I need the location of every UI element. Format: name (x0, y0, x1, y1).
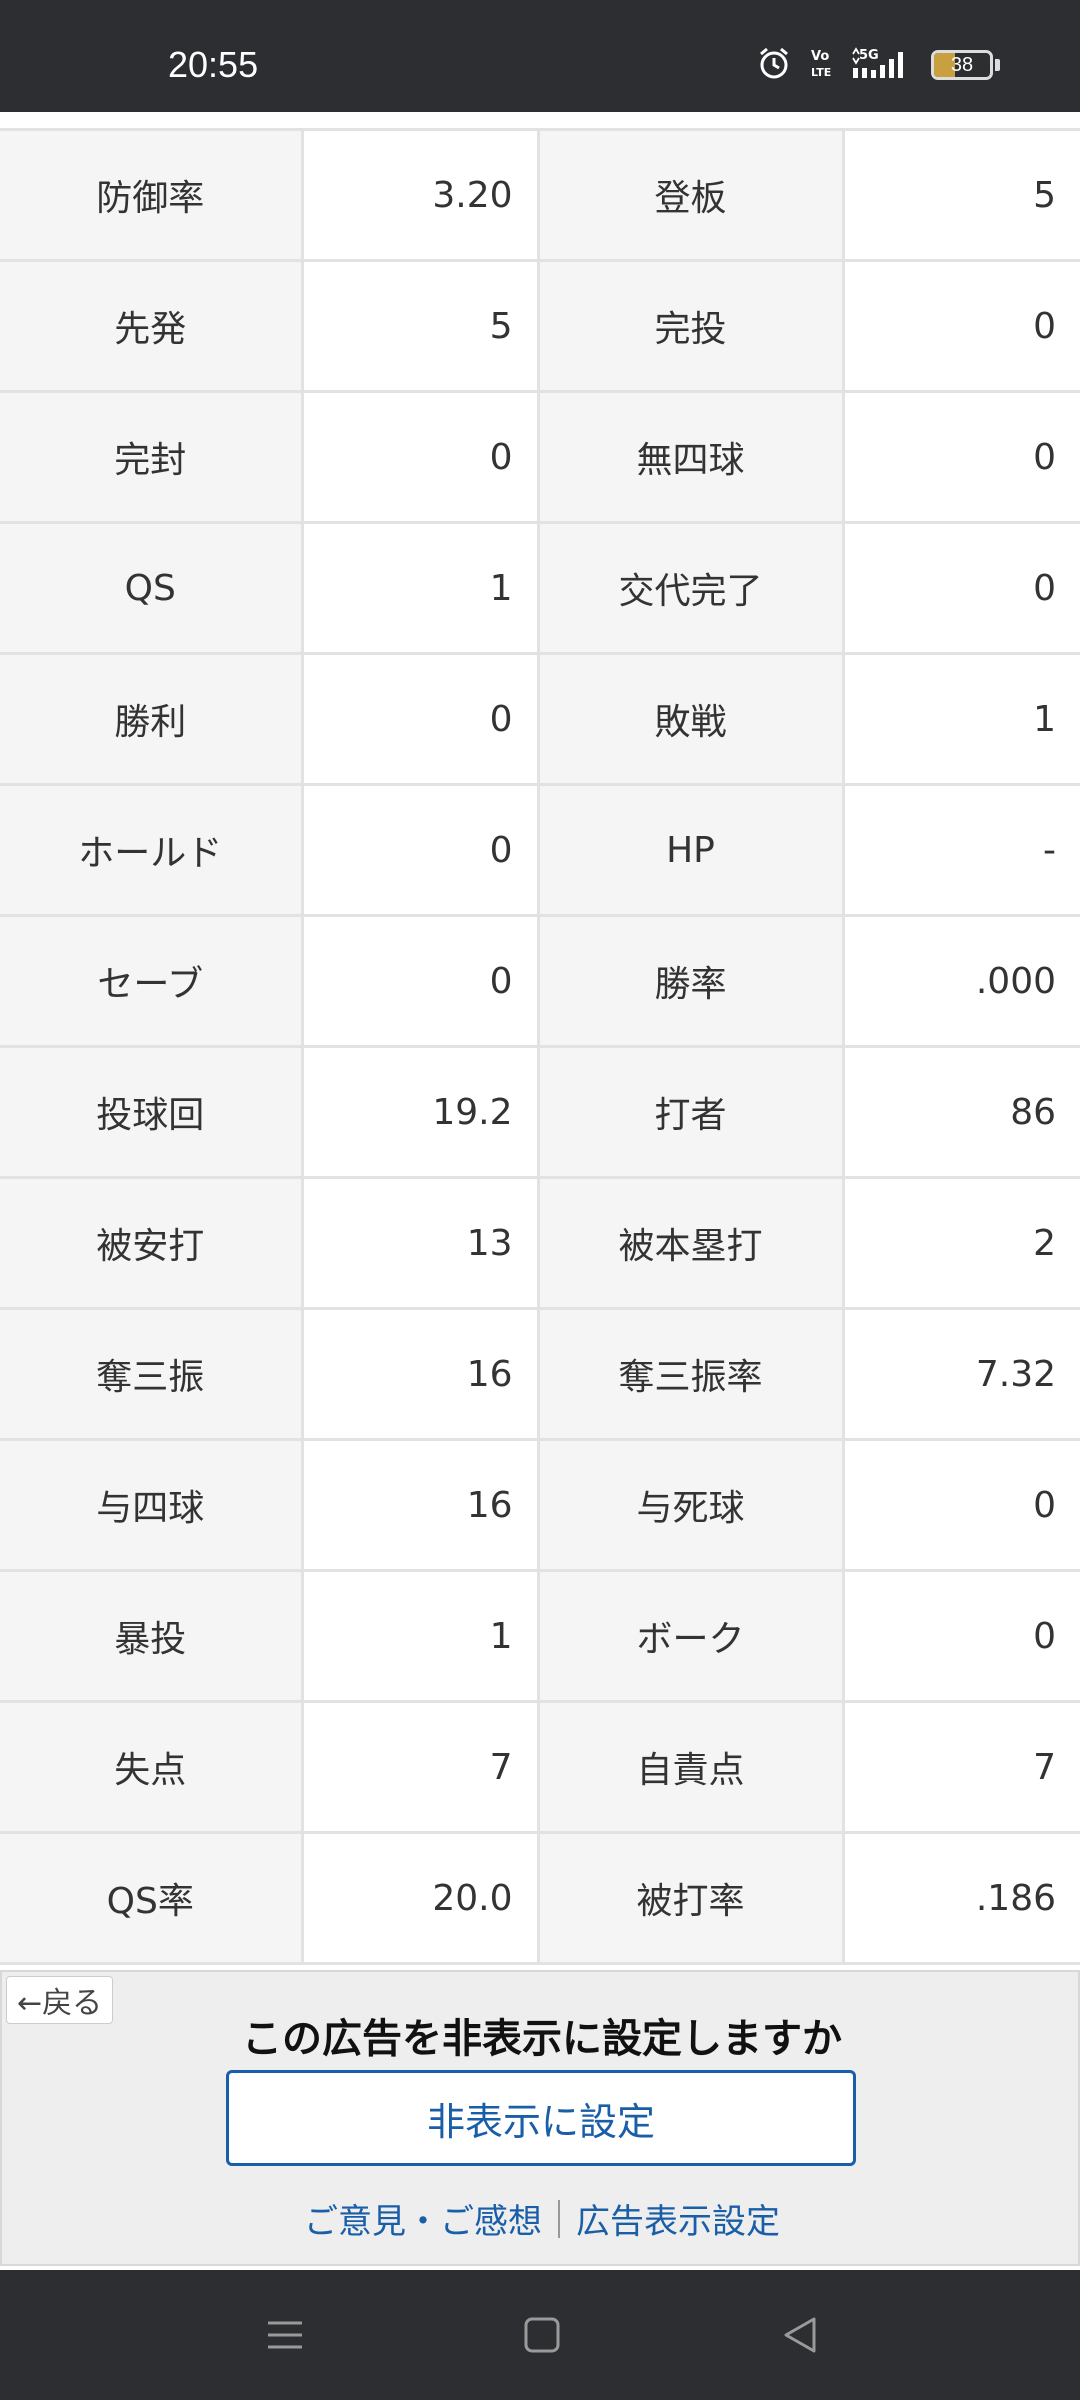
stat-label: 失点 (0, 1701, 304, 1834)
stat-value: 1 (843, 653, 1080, 786)
stat-label: ホールド (0, 784, 304, 917)
stat-value: - (843, 784, 1080, 917)
stat-label: 暴投 (0, 1570, 304, 1703)
stat-label: 完投 (538, 260, 845, 393)
status-bar: 20:55 Vo LTE 5G 38 (0, 0, 1080, 112)
status-time: 20:55 (168, 44, 259, 85)
stat-value: 0 (843, 1570, 1080, 1703)
svg-text:Vo: Vo (811, 49, 829, 64)
home-icon[interactable] (502, 2300, 582, 2370)
stat-label: 自責点 (538, 1701, 845, 1834)
stat-value: 5 (843, 129, 1080, 262)
stat-value: .000 (843, 915, 1080, 1048)
ad-settings-link[interactable]: 広告表示設定 (576, 2194, 780, 2243)
stat-value: 7 (843, 1701, 1080, 1834)
stat-label: 無四球 (538, 391, 845, 524)
volte-icon: Vo LTE (809, 46, 833, 84)
stats-row: 完封 0 無四球 0 (0, 391, 1080, 524)
stat-label: 敗戦 (538, 653, 845, 786)
stat-value: .186 (843, 1832, 1080, 1965)
navigation-bar (0, 2270, 1080, 2400)
stat-value: 0 (302, 653, 540, 786)
alarm-icon (757, 46, 791, 84)
status-icons: Vo LTE 5G 38 (757, 46, 1000, 84)
stat-value: 16 (302, 1439, 540, 1572)
stat-label: 完封 (0, 391, 304, 524)
stats-row: 被安打 13 被本塁打 2 (0, 1177, 1080, 1310)
stat-value: 86 (843, 1046, 1080, 1179)
stat-label: 勝利 (0, 653, 304, 786)
stat-label: 打者 (538, 1046, 845, 1179)
stat-value: 19.2 (302, 1046, 540, 1179)
stats-row: ホールド 0 HP - (0, 784, 1080, 917)
menu-icon[interactable] (245, 2300, 325, 2370)
stat-value: 0 (843, 1439, 1080, 1572)
stat-value: 3.20 (302, 129, 540, 262)
battery-tip (995, 59, 1000, 71)
stats-row: QS 1 交代完了 0 (0, 522, 1080, 655)
battery-level: 38 (950, 53, 974, 76)
stat-value: 13 (302, 1177, 540, 1310)
stat-value: 20.0 (302, 1832, 540, 1965)
stat-value: 0 (302, 915, 540, 1048)
stat-value: 0 (843, 522, 1080, 655)
stat-label: 被安打 (0, 1177, 304, 1310)
svg-text:LTE: LTE (811, 66, 831, 79)
back-icon[interactable] (760, 2300, 840, 2370)
stat-value: 0 (843, 260, 1080, 393)
stat-label: 交代完了 (538, 522, 845, 655)
stat-label: 登板 (538, 129, 845, 262)
signal-icon: 5G (851, 46, 913, 84)
stat-label: QS (0, 522, 304, 655)
stat-label: 被本塁打 (538, 1177, 845, 1310)
stats-row: 防御率 3.20 登板 5 (0, 129, 1080, 262)
svg-text:5G: 5G (859, 48, 879, 63)
stat-label: 与死球 (538, 1439, 845, 1572)
stat-value: 0 (843, 391, 1080, 524)
stat-label: 先発 (0, 260, 304, 393)
ad-hide-title: この広告を非表示に設定しますか (242, 2016, 842, 2062)
stats-row: 暴投 1 ボーク 0 (0, 1570, 1080, 1703)
stats-row: 奪三振 16 奪三振率 7.32 (0, 1308, 1080, 1441)
stat-label: HP (538, 784, 845, 917)
stats-table: 防御率 3.20 登板 5 先発 5 完投 0 完封 0 無四球 0 QS 1 交代完了 0 勝利 0 敗戦 1 ホール… (0, 128, 1080, 1965)
stat-value: 7 (302, 1701, 540, 1834)
battery-icon: 38 (931, 50, 993, 80)
stats-row: セーブ 0 勝率 .000 (0, 915, 1080, 1048)
ad-links: ご意見・ご感想 広告表示設定 (2, 2194, 1080, 2243)
stat-value: 1 (302, 1570, 540, 1703)
stat-value: 7.32 (843, 1308, 1080, 1441)
stats-row: 与四球 16 与死球 0 (0, 1439, 1080, 1572)
link-divider (558, 2199, 560, 2238)
stat-value: 0 (302, 391, 540, 524)
hide-ad-button[interactable]: 非表示に設定 (226, 2070, 856, 2166)
stats-row: 先発 5 完投 0 (0, 260, 1080, 393)
stat-label: 与四球 (0, 1439, 304, 1572)
stat-label: 奪三振率 (538, 1308, 845, 1441)
stats-row: 勝利 0 敗戦 1 (0, 653, 1080, 786)
stat-label: 被打率 (538, 1832, 845, 1965)
stat-label: 投球回 (0, 1046, 304, 1179)
stat-value: 5 (302, 260, 540, 393)
stat-value: 2 (843, 1177, 1080, 1310)
stat-value: 16 (302, 1308, 540, 1441)
stat-label: QS率 (0, 1832, 304, 1965)
stats-row: QS率 20.0 被打率 .186 (0, 1832, 1080, 1965)
stats-row: 投球回 19.2 打者 86 (0, 1046, 1080, 1179)
feedback-link[interactable]: ご意見・ご感想 (304, 2194, 542, 2243)
stat-value: 0 (302, 784, 540, 917)
stat-label: 防御率 (0, 129, 304, 262)
ad-hide-panel: ←戻る この広告を非表示に設定しますか 非表示に設定 ご意見・ご感想 広告表示設… (0, 1970, 1080, 2266)
stat-label: ボーク (538, 1570, 845, 1703)
stats-row: 失点 7 自責点 7 (0, 1701, 1080, 1834)
stat-label: セーブ (0, 915, 304, 1048)
stat-label: 奪三振 (0, 1308, 304, 1441)
stats-body: 防御率 3.20 登板 5 先発 5 完投 0 完封 0 無四球 0 QS 1 交代完了 0 勝利 0 敗戦 1 ホール… (0, 129, 1080, 1965)
stat-value: 1 (302, 522, 540, 655)
stat-label: 勝率 (538, 915, 845, 1048)
